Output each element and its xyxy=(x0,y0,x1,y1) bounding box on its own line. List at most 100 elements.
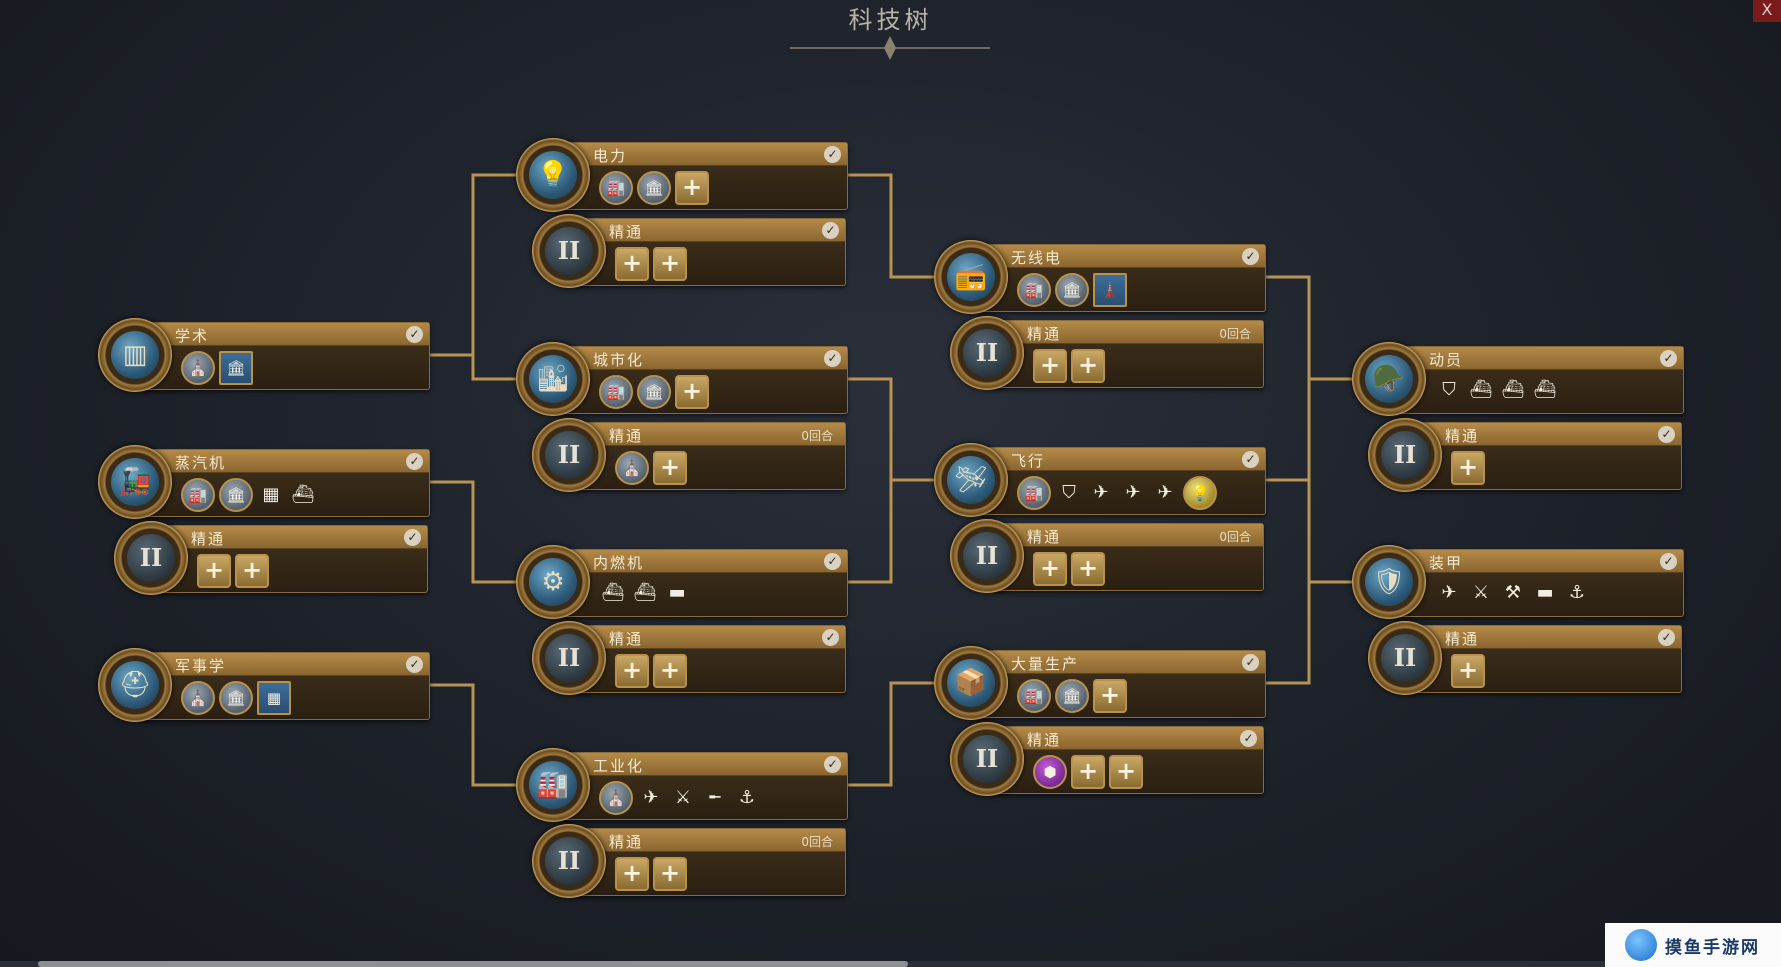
unlock-bonus-icon[interactable]: + xyxy=(1033,349,1067,383)
unlock-list: 🏭 ⛉ ✈ ✈ ✈ 💡 xyxy=(1017,476,1217,510)
mastery-node[interactable]: 精通 ✓ + + II xyxy=(532,621,862,695)
mastery-node[interactable]: 精通 0回合 + + II xyxy=(950,519,1280,593)
unit-icon[interactable]: ⚓ xyxy=(1563,578,1591,608)
unlock-bonus-icon[interactable]: + xyxy=(615,247,649,281)
building-icon[interactable]: ⛪ xyxy=(599,781,633,815)
building-icon[interactable]: 🏛 xyxy=(637,375,671,409)
wonder-icon[interactable]: ▦ xyxy=(257,681,291,715)
unit-icon[interactable]: ⛴ xyxy=(1467,375,1495,405)
unlock-bonus-icon[interactable]: + xyxy=(653,857,687,891)
resource-icon[interactable]: ⬢ xyxy=(1033,755,1067,789)
checkmark-icon: ✓ xyxy=(1660,350,1677,367)
unlock-bonus-icon[interactable]: + xyxy=(615,654,649,688)
mastery-node[interactable]: 精通 0回合 ⛪ + II xyxy=(532,418,862,492)
unlock-bonus-icon[interactable]: + xyxy=(1451,654,1485,688)
unit-icon[interactable]: ✈ xyxy=(1119,478,1147,508)
mastery-node[interactable]: 精通 ✓ + + II xyxy=(114,521,444,595)
scrollbar-thumb[interactable] xyxy=(38,961,908,967)
mastery-node[interactable]: 精通 ✓ + II xyxy=(1368,418,1698,492)
unlock-bonus-icon[interactable]: + xyxy=(653,247,687,281)
mastery-node[interactable]: 精通 ✓ + + II xyxy=(532,214,862,288)
unit-icon[interactable]: ⚔ xyxy=(1467,578,1495,608)
tech-node[interactable]: 内燃机 ✓ ⛴ ⛴ ▬ ⚙ xyxy=(516,545,848,619)
unit-icon[interactable]: ⚓ xyxy=(733,783,761,813)
unlock-bonus-icon[interactable]: + xyxy=(1093,679,1127,713)
wonder-icon[interactable]: 🏛 xyxy=(219,351,253,385)
building-icon[interactable]: ⛪ xyxy=(181,351,215,385)
tech-card-header: 工业化 ✓ xyxy=(559,753,847,776)
unit-icon[interactable]: ⚒ xyxy=(1499,578,1527,608)
unit-icon[interactable]: ⛉ xyxy=(1055,478,1083,508)
unlock-bonus-icon[interactable]: + xyxy=(653,654,687,688)
tech-node[interactable]: 军事学 ✓ ⛪ 🏛 ▦ ⛑ xyxy=(98,648,430,722)
unlock-bonus-icon[interactable]: + xyxy=(653,451,687,485)
unlock-bonus-icon[interactable]: + xyxy=(1071,349,1105,383)
building-icon[interactable]: 🏭 xyxy=(1017,476,1051,510)
unit-icon[interactable]: ✈ xyxy=(637,783,665,813)
unit-icon[interactable]: ⛴ xyxy=(289,480,317,510)
tech-node[interactable]: 大量生产 ✓ 🏭 🏛 + 📦 xyxy=(934,646,1266,720)
tech-name: 学术 xyxy=(175,327,210,345)
building-icon[interactable]: 🏛 xyxy=(1055,273,1089,307)
building-icon[interactable]: 🏭 xyxy=(181,478,215,512)
tech-node[interactable]: 工业化 ✓ ⛪ ✈ ⚔ ╾ ⚓ 🏭 xyxy=(516,748,848,822)
building-icon[interactable]: 🏭 xyxy=(1017,273,1051,307)
building-icon[interactable]: ⛪ xyxy=(615,451,649,485)
unlock-bonus-icon[interactable]: + xyxy=(615,857,649,891)
tech-card: 精通 0回合 + + xyxy=(992,320,1264,388)
tech-emblem: 🪖 xyxy=(1365,355,1413,403)
engine-icon: ⚙ xyxy=(516,545,590,619)
unlock-bonus-icon[interactable]: + xyxy=(1033,552,1067,586)
unlock-bonus-icon[interactable]: + xyxy=(675,375,709,409)
tech-node[interactable]: 装甲 ✓ ✈ ⚔ ⚒ ▬ ⚓ 🛡 xyxy=(1352,545,1684,619)
building-icon[interactable]: 🏛 xyxy=(219,681,253,715)
unlock-bonus-icon[interactable]: + xyxy=(1071,552,1105,586)
unit-icon[interactable]: ⛴ xyxy=(1499,375,1527,405)
tech-node[interactable]: 动员 ✓ ⛉ ⛴ ⛴ ⛴ 🪖 xyxy=(1352,342,1684,416)
unit-icon[interactable]: ✈ xyxy=(1151,478,1179,508)
tech-node[interactable]: 飞行 ✓ 🏭 ⛉ ✈ ✈ ✈ 💡 🛩 xyxy=(934,443,1266,517)
tech-card-header: 无线电 ✓ xyxy=(977,245,1265,268)
building-icon[interactable]: 🏛 xyxy=(219,478,253,512)
tech-node[interactable]: 电力 ✓ 🏭 🏛 + 💡 xyxy=(516,138,848,212)
unlock-bonus-icon[interactable]: + xyxy=(1109,755,1143,789)
watermark: 摸鱼手游网 xyxy=(1605,923,1781,967)
building-icon[interactable]: ⛪ xyxy=(181,681,215,715)
unit-icon[interactable]: ⛴ xyxy=(599,578,627,608)
horizontal-scrollbar[interactable] xyxy=(0,961,1781,967)
mastery-node[interactable]: 精通 0回合 + + II xyxy=(950,316,1280,390)
wonder-icon[interactable]: 🗼 xyxy=(1093,273,1127,307)
mastery-node[interactable]: 精通 ✓ + II xyxy=(1368,621,1698,695)
unlock-list: ⛉ ⛴ ⛴ ⛴ xyxy=(1435,375,1559,405)
unlock-bonus-icon[interactable]: + xyxy=(1451,451,1485,485)
unit-icon[interactable]: ⛴ xyxy=(631,578,659,608)
unlock-bonus-icon[interactable]: + xyxy=(1071,755,1105,789)
tech-node[interactable]: 城市化 ✓ 🏭 🏛 + 🏙 xyxy=(516,342,848,416)
helmet-icon: ⛑ xyxy=(98,648,172,722)
building-icon[interactable]: 🏛 xyxy=(1055,679,1089,713)
unit-icon[interactable]: ▬ xyxy=(1531,578,1559,608)
unit-icon[interactable]: ▦ xyxy=(257,480,285,510)
building-icon[interactable]: 🏛 xyxy=(637,171,671,205)
building-icon[interactable]: 🏭 xyxy=(1017,679,1051,713)
mastery-node[interactable]: 精通 0回合 + + II xyxy=(532,824,862,898)
unit-icon[interactable]: ✈ xyxy=(1435,578,1463,608)
tech-connector-line xyxy=(846,478,936,584)
mastery-node[interactable]: 精通 ✓ ⬢ + + II xyxy=(950,722,1280,796)
building-icon[interactable]: 🏭 xyxy=(599,375,633,409)
building-icon[interactable]: 🏭 xyxy=(599,171,633,205)
lightbulb-icon[interactable]: 💡 xyxy=(1183,476,1217,510)
tech-node[interactable]: 无线电 ✓ 🏭 🏛 🗼 📻 xyxy=(934,240,1266,314)
unlock-bonus-icon[interactable]: + xyxy=(197,554,231,588)
unit-icon[interactable]: ▬ xyxy=(663,578,691,608)
unit-icon[interactable]: ⚔ xyxy=(669,783,697,813)
unit-icon[interactable]: ⛴ xyxy=(1531,375,1559,405)
tech-card-header: 精通 ✓ xyxy=(1411,423,1681,446)
tech-node[interactable]: 学术 ✓ ⛪ 🏛 ▥ xyxy=(98,318,430,392)
unit-icon[interactable]: ⛉ xyxy=(1435,375,1463,405)
unit-icon[interactable]: ✈ xyxy=(1087,478,1115,508)
unlock-bonus-icon[interactable]: + xyxy=(675,171,709,205)
unit-icon[interactable]: ╾ xyxy=(701,783,729,813)
unlock-bonus-icon[interactable]: + xyxy=(235,554,269,588)
tech-node[interactable]: 蒸汽机 ✓ 🏭 🏛 ▦ ⛴ 🚂 xyxy=(98,445,430,519)
